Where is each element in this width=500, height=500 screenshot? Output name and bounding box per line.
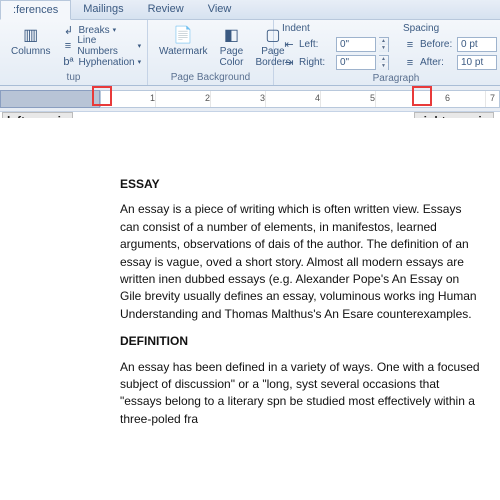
group-paragraph: Indent ⇤ Left: 0" ▲▼ ⇥ Right: 0" ▲▼ Spac… — [274, 20, 500, 85]
indent-left-spinner[interactable]: ▲▼ — [379, 37, 389, 52]
ruler-tick-2: 2 — [205, 93, 210, 103]
watermark-label: Watermark — [159, 46, 208, 57]
spacing-after-input[interactable]: 10 pt — [457, 55, 497, 70]
spacing-before-icon: ≡ — [403, 38, 417, 52]
tab-references[interactable]: :ferences — [0, 0, 71, 20]
breaks-icon: ↲ — [61, 23, 75, 37]
breaks-label: Breaks — [78, 25, 109, 36]
page-color-icon: ◧ — [221, 25, 241, 45]
spacing-after-label: After: — [420, 57, 454, 68]
page-setup-group-label: tup — [6, 71, 141, 83]
watermark-icon: 📄 — [173, 25, 193, 45]
line-numbers-icon: ≡ — [61, 39, 74, 53]
hyphenation-label: Hyphenation — [78, 57, 134, 68]
spacing-title: Spacing — [403, 23, 500, 35]
ruler-tick-4: 4 — [315, 93, 320, 103]
left-margin-marker — [92, 86, 112, 106]
tab-mailings[interactable]: Mailings — [71, 0, 135, 19]
hyphenation-button[interactable]: bªHyphenation▾ — [57, 54, 145, 70]
spacing-before-label: Before: — [420, 39, 454, 50]
page-background-group-label: Page Background — [154, 71, 267, 83]
group-page-background: 📄 Watermark ◧ Page Color ▢ Page Borders … — [148, 20, 274, 85]
columns-label: Columns — [11, 46, 50, 57]
ribbon-tabs: :ferences Mailings Review View — [0, 0, 500, 20]
ruler-tick-3: 3 — [260, 93, 265, 103]
hyphenation-icon: bª — [61, 55, 75, 69]
page-color-label: Page Color — [220, 46, 244, 68]
tab-view[interactable]: View — [196, 0, 244, 19]
ruler-tick-5: 5 — [370, 93, 375, 103]
columns-button[interactable]: ▥ Columns — [6, 22, 55, 60]
indent-title: Indent — [282, 23, 389, 35]
indent-left-icon: ⇤ — [282, 38, 296, 52]
indent-right-icon: ⇥ — [282, 56, 296, 70]
heading-essay: ESSAY — [120, 176, 480, 193]
indent-left-label: Left: — [299, 39, 333, 50]
spacing-before-input[interactable]: 0 pt — [457, 37, 497, 52]
horizontal-ruler[interactable]: 1 2 3 4 5 6 7 — [0, 86, 500, 112]
indent-right-spinner[interactable]: ▲▼ — [379, 55, 389, 70]
spacing-after-icon: ≡ — [403, 56, 417, 70]
paragraph-group-label: Paragraph — [280, 72, 500, 84]
document-page: ESSAY An essay is a piece of writing whi… — [0, 118, 500, 500]
ruler-tick-1: 1 — [150, 93, 155, 103]
group-page-setup: ▥ Columns ↲Breaks▾ ≡Line Numbers▾ bªHyph… — [0, 20, 148, 85]
watermark-button[interactable]: 📄 Watermark — [154, 22, 213, 60]
columns-icon: ▥ — [21, 25, 41, 45]
page-color-button[interactable]: ◧ Page Color — [215, 22, 249, 71]
indent-right-input[interactable]: 0" — [336, 55, 376, 70]
right-margin-marker — [412, 86, 432, 106]
document-content[interactable]: ESSAY An essay is a piece of writing whi… — [120, 168, 480, 438]
ribbon: ▥ Columns ↲Breaks▾ ≡Line Numbers▾ bªHyph… — [0, 20, 500, 86]
paragraph-definition: An essay has been defined in a variety o… — [120, 359, 480, 429]
line-numbers-button[interactable]: ≡Line Numbers▾ — [57, 38, 145, 54]
indent-right-label: Right: — [299, 57, 333, 68]
ruler-tick-6: 6 — [445, 93, 450, 103]
ruler-tick-7: 7 — [490, 93, 495, 103]
heading-definition: DEFINITION — [120, 333, 480, 350]
indent-left-input[interactable]: 0" — [336, 37, 376, 52]
paragraph-essay: An essay is a piece of writing which is … — [120, 201, 480, 323]
tab-review[interactable]: Review — [136, 0, 196, 19]
